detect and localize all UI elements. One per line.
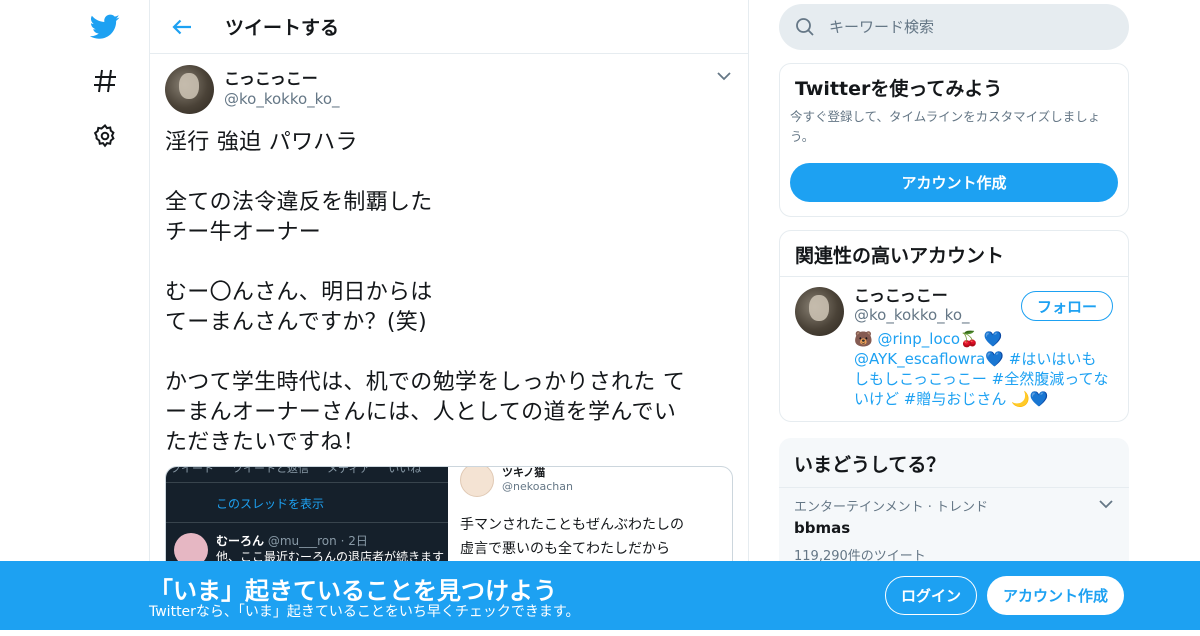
follow-button[interactable]: フォロー	[1021, 291, 1113, 321]
screenshot-tab: ツイート	[170, 467, 214, 475]
page-title: ツイートする	[225, 17, 340, 39]
tweet: こっこっこー @ko_kokko_ko_ 淫行 強迫 パワハラ 全ての法令違反を…	[150, 54, 748, 636]
screenshot-tab: いいね	[388, 467, 422, 475]
signup-card-title: Twitterを使ってみよう	[795, 78, 1003, 100]
signup-button[interactable]: アカウント作成	[987, 576, 1124, 615]
page-header: ツイートする	[150, 0, 748, 54]
avatar[interactable]	[795, 287, 844, 336]
author-name[interactable]: こっこっこー	[224, 69, 340, 89]
search-icon	[796, 18, 814, 36]
right-sidebar: Twitterを使ってみよう 今すぐ登録して、タイムラインをカスタマイズしましょ…	[779, 0, 1129, 588]
signup-card-desc: 今すぐ登録して、タイムラインをカスタマイズしましょう。	[790, 109, 1101, 144]
screenshot-reply-meta: @mu___ron · 2日	[267, 534, 368, 548]
signup-banner: 「いま」起きていることを見つけよう Twitterなら、「いま」起きていることを…	[0, 561, 1200, 630]
quoted-handle: @nekoachan	[502, 480, 573, 493]
related-title: 関連性の高いアカウント	[780, 231, 1128, 277]
search-box[interactable]	[779, 4, 1129, 50]
screenshot-thread-link: このスレッドを表示	[216, 497, 325, 511]
login-button[interactable]: ログイン	[885, 576, 977, 615]
screenshot-tabs: ツイート ツイートと返信 メディア いいね	[166, 467, 448, 483]
quoted-name: ツキノ猫	[502, 466, 546, 479]
signup-card: Twitterを使ってみよう 今すぐ登録して、タイムラインをカスタマイズしましょ…	[779, 63, 1129, 217]
related-accounts-card: 関連性の高いアカウント こっこっこー @ko_kokko_ko_ 🐻 @rinp…	[779, 230, 1129, 422]
quoted-avatar	[460, 467, 494, 497]
twitter-bird-icon[interactable]	[90, 12, 120, 42]
screenshot-reply-name: むーろん	[216, 534, 265, 548]
create-account-button[interactable]: アカウント作成	[790, 163, 1118, 202]
screenshot-tab: メディア	[327, 467, 371, 475]
gear-icon[interactable]	[90, 121, 120, 151]
trend-item[interactable]: エンターテインメント · トレンド bbmas 119,290件のツイート	[779, 488, 1129, 572]
side-nav	[80, 0, 130, 630]
avatar[interactable]	[165, 64, 214, 114]
related-bio[interactable]: 🐻 @rinp_loco🍒 💙 @AYK_escaflowra💙 #はいはいもし…	[854, 329, 1110, 409]
author-handle[interactable]: @ko_kokko_ko_	[224, 89, 340, 109]
tweet-text: 淫行 強迫 パワハラ 全ての法令違反を制覇した チー牛オーナー むー〇んさん、明…	[165, 130, 686, 455]
back-arrow-icon[interactable]	[167, 12, 197, 42]
banner-subtitle: Twitterなら、「いま」起きていることをいち早くチェックできます。	[149, 604, 580, 620]
quoted-text: 手マンされたこともぜんぶわたしの 虚言で悪いのも全てわたしだから	[460, 517, 684, 557]
trend-category: エンターテインメント · トレンド	[794, 500, 989, 515]
hashtag-icon[interactable]	[90, 66, 120, 96]
trend-name[interactable]: bbmas	[794, 519, 1114, 537]
chevron-down-icon[interactable]	[1098, 496, 1114, 512]
tweet-author[interactable]: こっこっこー @ko_kokko_ko_	[165, 64, 733, 114]
related-user[interactable]: こっこっこー @ko_kokko_ko_ 🐻 @rinp_loco🍒 💙 @AY…	[780, 277, 1128, 421]
chevron-down-icon[interactable]	[714, 66, 734, 86]
search-input[interactable]	[829, 18, 1079, 36]
trends-title: いまどうしてる？	[779, 438, 1129, 488]
main-column: ツイートする こっこっこー @ko_kokko_ko_ 淫行 強迫 パワハラ 全…	[149, 0, 749, 630]
screenshot-tab: ツイートと返信	[232, 467, 309, 475]
